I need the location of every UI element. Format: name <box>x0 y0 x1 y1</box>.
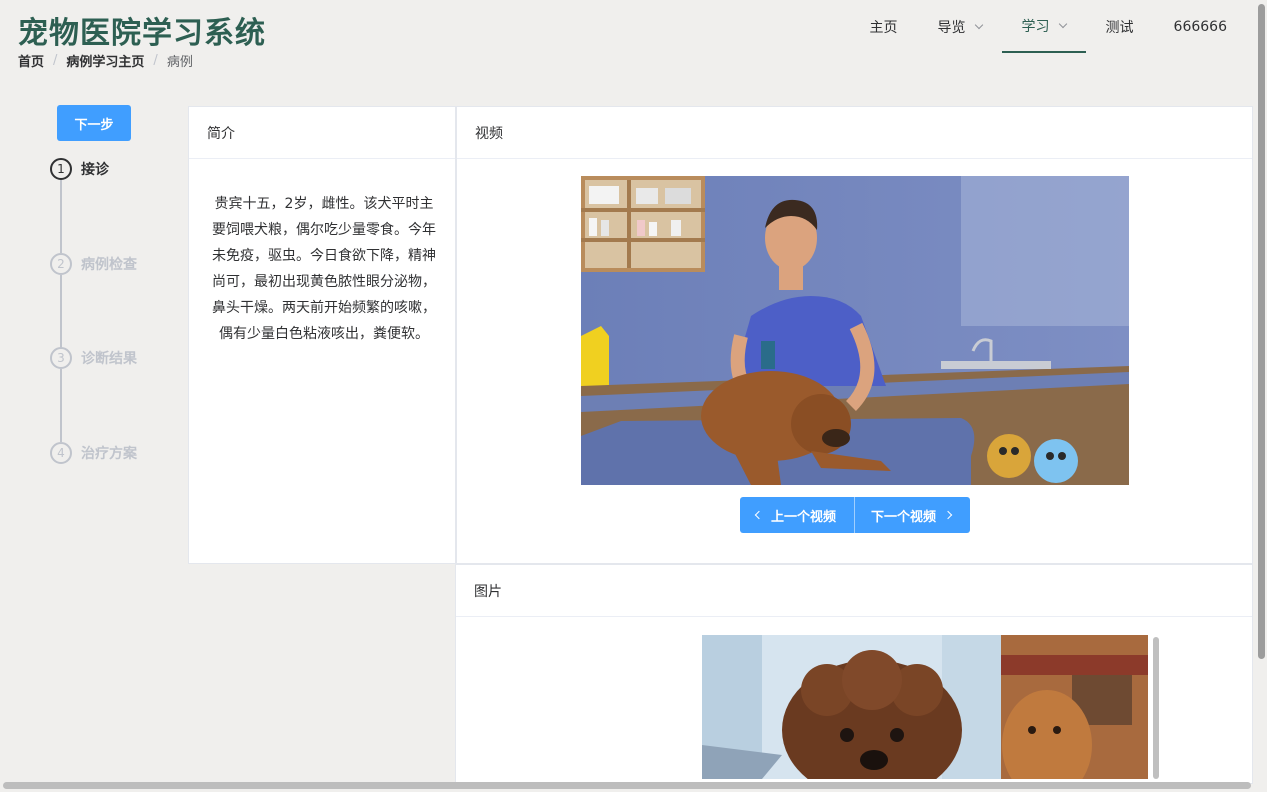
images-card: 图片 <box>455 564 1253 784</box>
step-examination[interactable]: 2 病例检查 <box>50 253 190 275</box>
nav-label: 导览 <box>937 19 966 36</box>
breadcrumb-home[interactable]: 首页 <box>18 51 44 70</box>
breadcrumb-current: 病例 <box>166 55 193 70</box>
intro-text: 贵宾十五，2岁，雌性。该犬平时主要饲喂犬粮，偶尔吃少量零食。今年未免疫，驱虫。今… <box>212 196 436 342</box>
prev-video-label: 上一个视频 <box>771 509 837 525</box>
nav-item-guide[interactable]: 导览 <box>918 0 1002 53</box>
video-player[interactable] <box>581 176 1129 485</box>
video-nav-buttons: 上一个视频 下一个视频 <box>740 497 970 533</box>
chevron-down-icon <box>974 20 983 29</box>
app-title: 宠物医院学习系统 <box>18 16 266 51</box>
nav-label: 主页 <box>869 19 898 36</box>
step-diagnosis[interactable]: 3 诊断结果 <box>50 347 190 369</box>
video-frame-image <box>581 176 1129 485</box>
gallery-scrollbar[interactable] <box>1153 637 1159 779</box>
page-horizontal-scrollbar[interactable] <box>3 782 1251 789</box>
page-vertical-scrollbar[interactable] <box>1258 4 1265 659</box>
nav-label: 学习 <box>1021 18 1050 35</box>
breadcrumb-case-study-home[interactable]: 病例学习主页 <box>66 51 144 70</box>
step-label: 接诊 <box>81 162 109 178</box>
breadcrumb: 首页 / 病例学习主页 / 病例 <box>18 51 193 70</box>
top-nav: 主页 导览 学习 测试 666666 <box>850 0 1247 54</box>
nav-item-study[interactable]: 学习 <box>1001 0 1086 53</box>
prev-video-button[interactable]: 上一个视频 <box>740 497 855 533</box>
step-connector <box>60 275 62 348</box>
video-card-title: 视频 <box>457 107 1252 159</box>
intro-card-title: 简介 <box>189 107 455 159</box>
step-number: 2 <box>50 253 72 275</box>
next-video-button[interactable]: 下一个视频 <box>855 497 970 533</box>
step-label: 诊断结果 <box>81 351 137 367</box>
nav-label: 666666 <box>1173 18 1227 35</box>
step-connector <box>60 180 62 253</box>
chevron-left-icon <box>754 510 764 520</box>
intro-card: 简介 贵宾十五，2岁，雌性。该犬平时主要饲喂犬粮，偶尔吃少量零食。今年未免疫，驱… <box>188 106 456 564</box>
chevron-right-icon <box>943 510 953 520</box>
step-number: 1 <box>50 158 72 180</box>
nav-item-user[interactable]: 666666 <box>1154 0 1247 53</box>
video-card: 视频 上一个视频 下一个视频 <box>456 106 1253 564</box>
images-card-title: 图片 <box>456 565 1252 617</box>
nav-item-home[interactable]: 主页 <box>850 0 918 53</box>
step-number: 3 <box>50 347 72 369</box>
step-number: 4 <box>50 442 72 464</box>
next-video-label: 下一个视频 <box>871 509 937 525</box>
nav-item-test[interactable]: 测试 <box>1086 0 1154 53</box>
step-connector <box>60 369 62 442</box>
image-gallery[interactable] <box>702 635 1148 779</box>
step-treatment[interactable]: 4 治疗方案 <box>50 442 190 464</box>
step-reception[interactable]: 1 接诊 <box>50 158 190 180</box>
step-label: 治疗方案 <box>81 446 137 462</box>
nav-label: 测试 <box>1105 19 1134 36</box>
breadcrumb-separator: / <box>153 53 158 68</box>
next-step-button[interactable]: 下一步 <box>57 105 131 141</box>
chevron-down-icon <box>1058 19 1067 28</box>
gallery-images <box>702 635 1148 779</box>
step-label: 病例检查 <box>81 257 137 273</box>
breadcrumb-separator: / <box>53 53 58 68</box>
